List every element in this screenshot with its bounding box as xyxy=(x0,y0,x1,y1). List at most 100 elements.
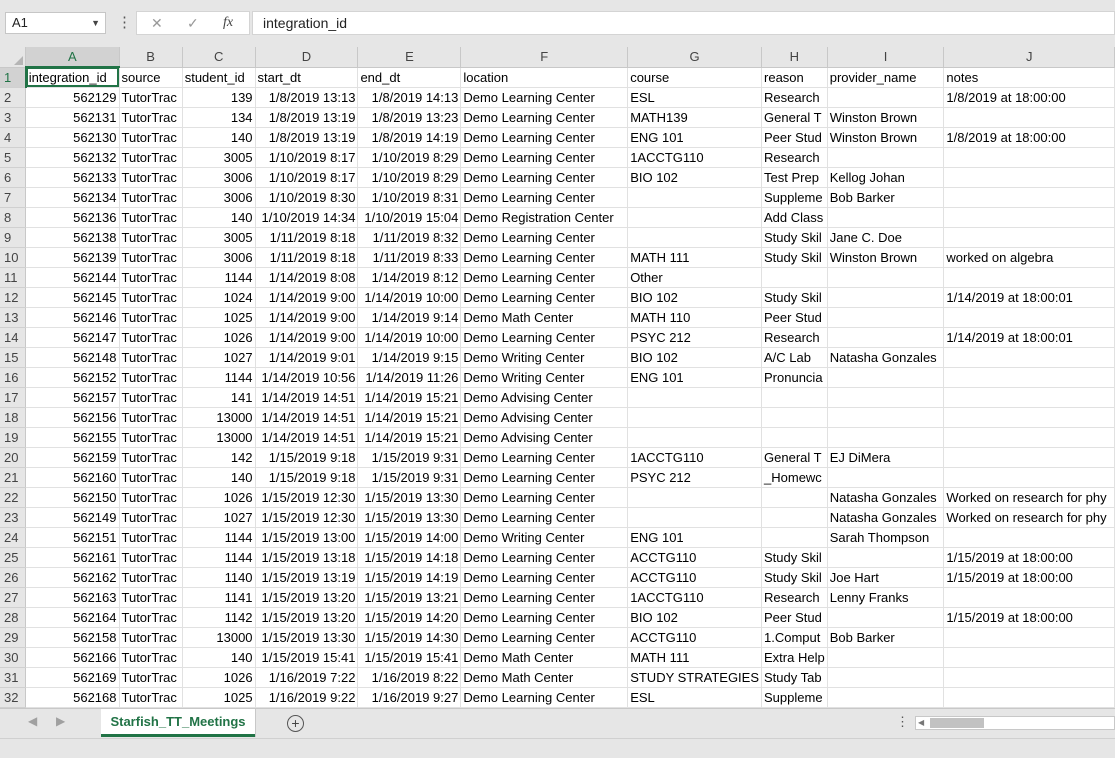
cell[interactable]: 1/10/2019 14:34 xyxy=(255,207,359,228)
select-all-corner[interactable] xyxy=(0,47,27,68)
cell[interactable]: 141 xyxy=(182,387,256,408)
cell[interactable]: 1/14/2019 8:12 xyxy=(357,267,462,288)
header-cell[interactable]: end_dt xyxy=(357,67,462,88)
cell[interactable]: TutorTrac xyxy=(119,267,183,288)
more-options-icon[interactable]: ⋮ xyxy=(117,15,132,31)
cell[interactable]: 1144 xyxy=(182,547,256,568)
cell[interactable]: 1144 xyxy=(182,267,256,288)
cell[interactable]: Demo Learning Center xyxy=(460,567,629,588)
cell[interactable]: Demo Learning Center xyxy=(460,227,629,248)
cell[interactable]: 1ACCTG110 xyxy=(627,587,763,608)
cell[interactable]: 1/11/2019 8:33 xyxy=(357,247,462,268)
cell[interactable]: 1/15/2019 14:00 xyxy=(357,527,462,548)
cell[interactable]: 562158 xyxy=(25,627,120,648)
cell[interactable]: BIO 102 xyxy=(627,607,763,628)
cell[interactable]: 562133 xyxy=(25,167,120,188)
cell[interactable]: Demo Advising Center xyxy=(460,387,629,408)
row-header[interactable]: 13 xyxy=(0,307,27,328)
cell[interactable]: 562150 xyxy=(25,487,120,508)
cell[interactable]: Study Skil xyxy=(761,547,828,568)
cell[interactable]: 562151 xyxy=(25,527,120,548)
cell[interactable]: TutorTrac xyxy=(119,187,183,208)
cell[interactable]: 1/14/2019 15:21 xyxy=(357,427,462,448)
cell[interactable]: 562163 xyxy=(25,587,120,608)
cell[interactable]: 1/15/2019 14:20 xyxy=(357,607,462,628)
cell[interactable]: 1026 xyxy=(182,667,256,688)
cell[interactable]: TutorTrac xyxy=(119,147,183,168)
cell[interactable]: Demo Writing Center xyxy=(460,367,629,388)
cell[interactable] xyxy=(943,347,1115,368)
column-header[interactable]: G xyxy=(627,47,763,68)
cell[interactable]: 1/14/2019 9:00 xyxy=(255,307,359,328)
row-header[interactable]: 11 xyxy=(0,267,27,288)
cell[interactable]: 1/14/2019 15:21 xyxy=(357,387,462,408)
cell[interactable]: Demo Learning Center xyxy=(460,187,629,208)
tab-scroll-right-icon[interactable]: ▶ xyxy=(56,714,65,728)
cell[interactable]: TutorTrac xyxy=(119,607,183,628)
cell[interactable]: Peer Stud xyxy=(761,127,828,148)
cell[interactable]: 1027 xyxy=(182,347,256,368)
cell[interactable]: 1ACCTG110 xyxy=(627,447,763,468)
cell[interactable] xyxy=(761,487,828,508)
cell[interactable]: 1/15/2019 15:41 xyxy=(255,647,359,668)
cell[interactable]: Demo Learning Center xyxy=(460,147,629,168)
cell[interactable]: Demo Learning Center xyxy=(460,287,629,308)
cell[interactable]: Worked on research for phy xyxy=(943,507,1115,528)
cell[interactable]: TutorTrac xyxy=(119,447,183,468)
cell[interactable]: TutorTrac xyxy=(119,287,183,308)
cell[interactable]: 1024 xyxy=(182,287,256,308)
cell[interactable]: MATH139 xyxy=(627,107,763,128)
cell[interactable]: 562161 xyxy=(25,547,120,568)
row-header[interactable]: 20 xyxy=(0,447,27,468)
cell[interactable]: 1/16/2019 9:27 xyxy=(357,687,462,708)
cell[interactable]: Natasha Gonzales xyxy=(827,507,945,528)
cell[interactable]: TutorTrac xyxy=(119,487,183,508)
cell[interactable] xyxy=(943,427,1115,448)
cell[interactable] xyxy=(943,387,1115,408)
cell[interactable]: 1/14/2019 14:51 xyxy=(255,427,359,448)
tab-options-icon[interactable]: ⋮ xyxy=(896,714,909,730)
cell[interactable]: 562157 xyxy=(25,387,120,408)
row-header[interactable]: 9 xyxy=(0,227,27,248)
cell[interactable]: 1/15/2019 13:20 xyxy=(255,587,359,608)
cell[interactable]: 1/15/2019 9:31 xyxy=(357,467,462,488)
row-header[interactable]: 17 xyxy=(0,387,27,408)
column-header[interactable]: F xyxy=(460,47,629,68)
cell[interactable]: 142 xyxy=(182,447,256,468)
cell[interactable]: MATH 110 xyxy=(627,307,763,328)
row-header[interactable]: 4 xyxy=(0,127,27,148)
cell[interactable]: ACCTG110 xyxy=(627,567,763,588)
cell[interactable]: Demo Learning Center xyxy=(460,467,629,488)
cell[interactable]: PSYC 212 xyxy=(627,327,763,348)
cell[interactable]: 1/8/2019 13:13 xyxy=(255,87,359,108)
cell[interactable] xyxy=(943,367,1115,388)
cell[interactable]: Bob Barker xyxy=(827,187,945,208)
cell[interactable]: 562164 xyxy=(25,607,120,628)
cell[interactable]: 1/15/2019 at 18:00:00 xyxy=(943,547,1115,568)
header-cell[interactable]: integration_id xyxy=(25,67,120,88)
cell[interactable]: 1.Comput xyxy=(761,627,828,648)
cell[interactable]: 1/15/2019 14:19 xyxy=(357,567,462,588)
cell[interactable]: 1/10/2019 8:29 xyxy=(357,167,462,188)
cell[interactable]: Suppleme xyxy=(761,187,828,208)
row-header[interactable]: 7 xyxy=(0,187,27,208)
cell[interactable]: 1/14/2019 9:14 xyxy=(357,307,462,328)
cell[interactable]: Demo Learning Center xyxy=(460,627,629,648)
cell[interactable]: TutorTrac xyxy=(119,327,183,348)
cell[interactable]: 1144 xyxy=(182,527,256,548)
cell[interactable]: 1/10/2019 8:31 xyxy=(357,187,462,208)
cell[interactable]: STUDY STRATEGIES xyxy=(627,667,763,688)
cell[interactable]: 562160 xyxy=(25,467,120,488)
cell[interactable]: Demo Learning Center xyxy=(460,247,629,268)
cell[interactable]: 1/10/2019 8:29 xyxy=(357,147,462,168)
cell[interactable]: 1/14/2019 15:21 xyxy=(357,407,462,428)
cell[interactable] xyxy=(627,387,763,408)
header-cell[interactable]: notes xyxy=(943,67,1115,88)
cell[interactable] xyxy=(827,427,945,448)
cell[interactable]: TutorTrac xyxy=(119,427,183,448)
cancel-icon[interactable]: ✕ xyxy=(151,12,163,34)
cell[interactable]: ACCTG110 xyxy=(627,547,763,568)
cell[interactable]: Demo Learning Center xyxy=(460,607,629,628)
cell[interactable]: 562145 xyxy=(25,287,120,308)
cell[interactable]: Lenny Franks xyxy=(827,587,945,608)
